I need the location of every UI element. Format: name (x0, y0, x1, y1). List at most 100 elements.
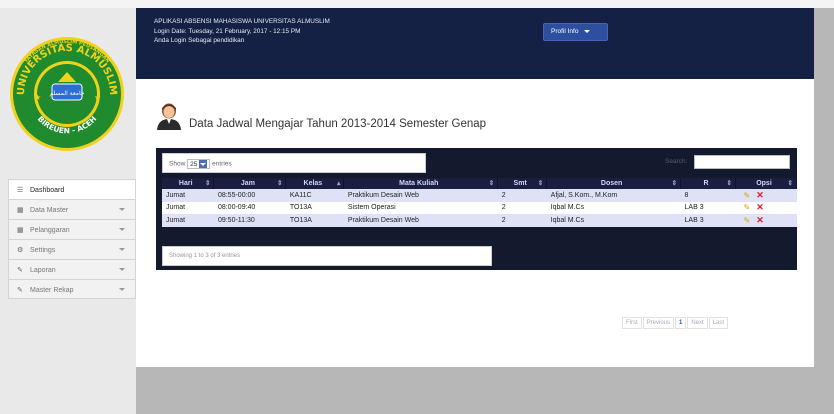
cell-smt: 2 (497, 201, 547, 214)
col-jam[interactable]: Jam ⇕ (213, 178, 287, 189)
cell-kelas: KA11C (285, 189, 344, 202)
schedule-table: Hari ⇕ Jam ⇕ Kelas ▴ Mata Kuliah ⇕ Smt ⇕ Dose… (162, 178, 798, 227)
list-icon: ☰ (17, 187, 24, 194)
delete-icon[interactable]: ✕ (756, 202, 764, 212)
page-first-button[interactable]: First (622, 317, 642, 329)
sort-icon: ⇕ (726, 180, 732, 187)
cell-mata-kuliah: Praktikum Desain Web (343, 214, 498, 227)
user-avatar-icon (157, 103, 181, 130)
pencil-icon: ✎ (17, 267, 23, 274)
chevron-down-icon (119, 268, 125, 271)
col-smt[interactable]: Smt ⇕ (497, 178, 548, 189)
table-row: Jumat 09:50-11:30 TO13A Praktikum Desain… (162, 214, 797, 227)
chevron-down-icon (119, 228, 125, 231)
cell-jam: 08:55-00:00 (213, 189, 286, 202)
length-control: Show 25 entries (162, 153, 426, 173)
profil-info-label: Profil Info (551, 28, 579, 35)
sidebar-item-label: Data Master (30, 207, 69, 214)
sort-asc-icon: ▴ (337, 180, 341, 187)
app-header: APLIKASI ABSENSI MAHASISWA UNIVERSITAS A… (136, 8, 814, 79)
svg-text:★: ★ (34, 93, 41, 102)
header-info: APLIKASI ABSENSI MAHASISWA UNIVERSITAS A… (154, 17, 330, 46)
page-next-button[interactable]: Next (687, 317, 708, 329)
sort-icon: ⇕ (488, 180, 495, 187)
app-title: APLIKASI ABSENSI MAHASISWA UNIVERSITAS A… (154, 18, 330, 25)
page-current-button[interactable]: 1 (675, 317, 687, 329)
datatable-wrapper: Show 25 entries Search: Hari ⇕ Jam ⇕ Kelas… (156, 148, 798, 270)
cell-r: LAB 3 (680, 214, 736, 227)
sidebar-item-master-rekap[interactable]: ✎ Master Rekap (8, 279, 136, 299)
top-strip (0, 0, 834, 8)
table-header-row: Hari ⇕ Jam ⇕ Kelas ▴ Mata Kuliah ⇕ Smt ⇕ Dose… (162, 178, 798, 189)
cell-opsi: ✎ ✕ (735, 214, 797, 227)
sidebar-item-label: Settings (30, 247, 56, 254)
col-mata-kuliah[interactable]: Mata Kuliah ⇕ (343, 178, 499, 189)
sidebar-item-laporan[interactable]: ✎ Laporan (8, 259, 136, 279)
cell-smt: 2 (497, 214, 547, 227)
sidebar-item-label: Master Rekap (30, 287, 74, 294)
page-last-button[interactable]: Last (708, 317, 729, 329)
cell-opsi: ✎ ✕ (735, 189, 797, 202)
entries-label: entries (212, 160, 232, 168)
sort-icon: ⇕ (205, 180, 211, 187)
table-icon: ▦ (17, 227, 24, 234)
cell-opsi: ✎ ✕ (735, 201, 797, 214)
chevron-down-icon (119, 208, 125, 211)
select-arrow-icon (199, 160, 208, 168)
search-input[interactable] (694, 155, 790, 169)
university-logo: YAYASAN ALMUSLIM PEUSANGAN UNIVERSITAS A… (8, 20, 126, 168)
main-content: Data Jadwal Mengajar Tahun 2013-2014 Sem… (136, 79, 814, 367)
sidebar-item-pelanggaran[interactable]: ▦ Pelanggaran (8, 219, 136, 239)
col-opsi[interactable]: Opsi ⇕ (735, 178, 798, 189)
delete-icon[interactable]: ✕ (756, 215, 764, 225)
logo-center-text: جامعة المسلم (49, 90, 84, 97)
cell-smt: 2 (497, 189, 547, 202)
svg-text:★: ★ (94, 93, 101, 102)
col-hari[interactable]: Hari ⇕ (162, 178, 215, 189)
sidebar-item-label: Laporan (30, 267, 56, 274)
sidebar-item-settings[interactable]: ⚙ Settings (8, 239, 136, 259)
page-previous-button[interactable]: Previous (642, 317, 675, 329)
cell-mata-kuliah: Praktikum Desain Web (343, 189, 498, 202)
cell-dosen: Afjal, S.Kom., M.Kom (546, 189, 681, 202)
cell-mata-kuliah: Sistem Operasi (343, 201, 498, 214)
pagination: First Previous 1 Next Last (622, 317, 729, 329)
sidebar-item-dashboard[interactable]: ☰ Dashboard (8, 179, 136, 199)
cell-r: 8 (680, 189, 736, 202)
cell-hari: Jumat (162, 201, 214, 214)
search-label: Search: (665, 158, 688, 165)
sidebar-item-label: Dashboard (30, 187, 65, 194)
sort-icon: ⇕ (671, 180, 678, 187)
delete-icon[interactable]: ✕ (756, 190, 764, 200)
login-date: Login Date: Tuesday, 21 February, 2017 -… (154, 27, 301, 35)
table-row: Jumat 08:55-00:00 KA11C Praktikum Desain… (162, 189, 797, 202)
caret-down-icon (584, 29, 591, 33)
edit-icon[interactable]: ✎ (743, 191, 750, 200)
table-info: Showing 1 to 3 of 3 entries (162, 246, 492, 266)
table-icon: ▦ (17, 207, 24, 214)
pencil-icon: ✎ (17, 287, 23, 294)
chevron-down-icon (119, 288, 125, 291)
sidebar-item-label: Pelanggaran (30, 227, 70, 234)
entries-select[interactable]: 25 (187, 159, 211, 169)
sidebar-menu: ☰ Dashboard ▦ Data Master ▦ Pelanggaran ⚙ Se… (8, 179, 136, 299)
col-kelas[interactable]: Kelas ▴ (285, 178, 345, 189)
edit-icon[interactable]: ✎ (743, 203, 750, 212)
sidebar-item-data-master[interactable]: ▦ Data Master (8, 199, 136, 219)
show-label: Show (169, 160, 186, 168)
entries-select-value: 25 (190, 161, 198, 168)
col-dosen[interactable]: Dosen ⇕ (546, 178, 682, 189)
cell-jam: 09:50-11:30 (213, 214, 286, 227)
login-role: Anda Login Sebagai pendidikan (154, 37, 245, 45)
profil-info-button[interactable]: Profil Info (543, 23, 608, 41)
cogs-icon: ⚙ (17, 247, 24, 254)
page-title: Data Jadwal Mengajar Tahun 2013-2014 Sem… (189, 118, 487, 130)
cell-hari: Jumat (162, 214, 214, 227)
cell-r: LAB 3 (680, 201, 736, 214)
col-r[interactable]: R ⇕ (680, 178, 736, 189)
edit-icon[interactable]: ✎ (743, 216, 750, 225)
sort-icon: ⇕ (276, 180, 283, 187)
table-row: Jumat 08:00-09:40 TO13A Sistem Operasi 2… (162, 201, 797, 214)
cell-kelas: TO13A (285, 214, 344, 227)
cell-dosen: Iqbal M.Cs (546, 214, 681, 227)
